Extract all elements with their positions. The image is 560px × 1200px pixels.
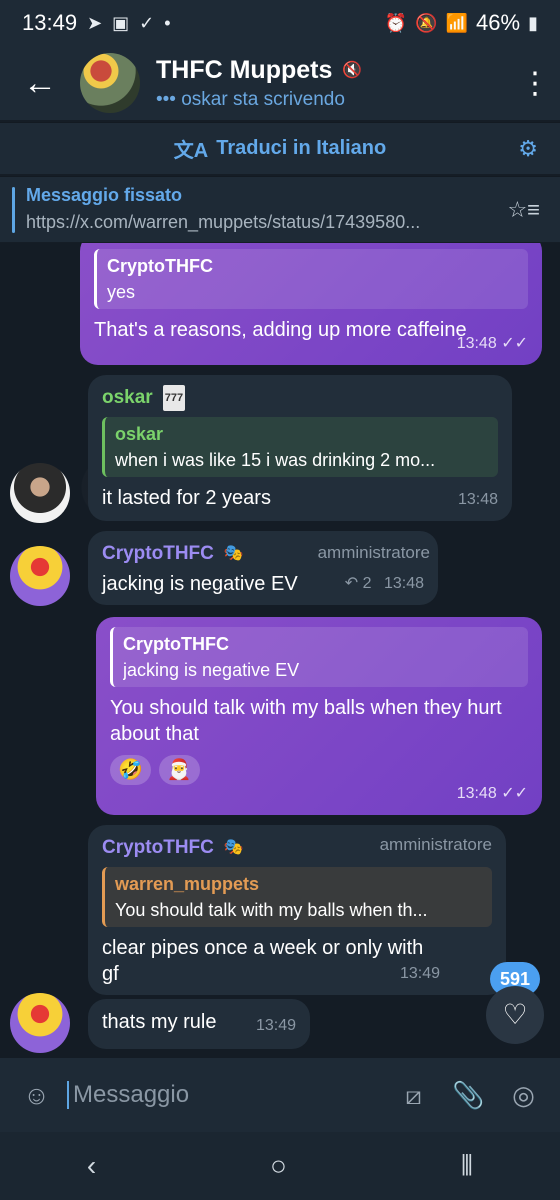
check-icon: ✓ xyxy=(139,12,155,33)
message-bubble[interactable]: oskar 777 oskar when i was like 15 i was… xyxy=(88,375,512,521)
alarm-icon: ⏰ xyxy=(384,12,408,33)
message-bubble[interactable]: thats my rule 13:49 xyxy=(88,999,310,1049)
muted-icon: 🔇 xyxy=(342,62,363,79)
message-meta: ↶ 2 13:48 xyxy=(345,571,424,597)
heart-reaction-button[interactable]: ♡ xyxy=(486,986,544,1044)
dot-icon: • xyxy=(164,12,171,33)
quote-text: when i was like 15 i was drinking 2 mo..… xyxy=(115,450,436,470)
pinned-url: https://x.com/warren_muppets/status/1743… xyxy=(26,212,421,232)
message-input[interactable] xyxy=(67,1081,383,1109)
system-nav-bar: ‹ ○ ⦀ xyxy=(0,1132,560,1200)
reaction-santa[interactable]: 🎅 xyxy=(158,755,200,785)
message-meta: 13:48 ✓✓ xyxy=(457,781,528,807)
message-time: 13:48 xyxy=(383,575,424,592)
quote-text: yes xyxy=(107,282,136,302)
nav-recents-icon[interactable]: ⦀ xyxy=(461,1150,473,1183)
group-avatar[interactable] xyxy=(80,53,140,113)
attach-icon[interactable]: 📎 xyxy=(450,1075,487,1115)
pinned-title: Messaggio fissato xyxy=(26,185,183,205)
more-options-icon[interactable]: ⋮ xyxy=(510,66,560,101)
admin-role-label: amministratore xyxy=(317,543,430,562)
translate-settings-icon[interactable]: ⚙ xyxy=(518,136,538,162)
telegram-icon: ➤ xyxy=(87,12,103,33)
sender-name[interactable]: CryptoTHFC xyxy=(102,541,214,567)
sender-name[interactable]: oskar xyxy=(102,385,153,411)
replies-count[interactable]: ↶ 2 xyxy=(345,575,372,592)
translate-bar[interactable]: 文A Traduci in Italiano ⚙ xyxy=(0,122,560,174)
pinned-list-icon[interactable]: ☆≡ xyxy=(507,197,540,223)
bot-commands-icon[interactable]: ⧄ xyxy=(395,1075,432,1115)
message-time: 13:49 xyxy=(399,965,440,982)
pinned-message[interactable]: Messaggio fissato https://x.com/warren_m… xyxy=(0,176,560,242)
camera-icon[interactable]: ◎ xyxy=(505,1075,542,1115)
message-time: 13:48 xyxy=(457,491,498,508)
status-bar: 13:49 ➤ ▣ ✓ • ⏰ 🔕 📶 46% ▮ xyxy=(0,0,560,46)
back-arrow-icon[interactable]: ← xyxy=(0,64,80,103)
battery-level: 46% xyxy=(476,10,521,35)
reply-quote[interactable]: warren_muppets You should talk with my b… xyxy=(102,867,492,927)
avatar[interactable] xyxy=(10,463,70,523)
quote-sender: CryptoTHFC xyxy=(123,634,229,654)
message-text: it lasted for 2 years xyxy=(102,487,271,509)
avatar[interactable] xyxy=(10,546,70,606)
admin-mask-icon: 🎭 xyxy=(223,839,244,856)
nav-back-icon[interactable]: ‹ xyxy=(87,1150,96,1182)
wifi-icon: 📶 xyxy=(445,12,469,33)
read-checks-icon: ✓✓ xyxy=(501,335,528,352)
message-time: 13:48 xyxy=(456,785,497,802)
emoji-sticker-icon[interactable]: ☺ xyxy=(18,1075,55,1115)
admin-role-label: amministratore xyxy=(379,835,492,854)
message-text: thats my rule xyxy=(102,1011,217,1033)
mute-status-icon: 🔕 xyxy=(415,12,438,33)
reply-quote[interactable]: CryptoTHFC yes xyxy=(94,249,528,309)
gallery-icon: ▣ xyxy=(112,12,130,33)
battery-icon: ▮ xyxy=(528,12,538,33)
nav-home-icon[interactable]: ○ xyxy=(270,1150,287,1182)
sender-name[interactable]: CryptoTHFC xyxy=(102,835,214,861)
reply-quote[interactable]: CryptoTHFC jacking is negative EV xyxy=(110,627,528,687)
typing-status: ••• oskar sta scrivendo xyxy=(156,88,345,110)
message-text: clear pipes once a week or only with gf xyxy=(102,937,424,985)
read-checks-icon: ✓✓ xyxy=(501,785,528,802)
chat-header: ← THFC Muppets 🔇 ••• oskar sta scrivendo… xyxy=(0,46,560,120)
message-time: 13:49 xyxy=(255,1017,296,1034)
clock: 13:49 xyxy=(22,10,78,35)
quote-sender: CryptoTHFC xyxy=(107,256,213,276)
sender-tag: 777 xyxy=(162,385,186,411)
message-list[interactable]: CryptoTHFC yes That's a reasons, adding … xyxy=(0,243,560,1058)
message-bubble[interactable]: CryptoTHFC yes That's a reasons, adding … xyxy=(80,243,542,365)
message-meta: 13:48 ✓✓ xyxy=(457,331,528,357)
admin-mask-icon: 🎭 xyxy=(223,545,244,562)
message-time: 13:48 xyxy=(456,335,497,352)
translate-icon: 文A xyxy=(173,140,209,162)
message-bubble[interactable]: CryptoTHFC jacking is negative EV You sh… xyxy=(96,617,542,815)
avatar[interactable] xyxy=(10,993,70,1053)
quote-sender: oskar xyxy=(115,424,164,444)
reaction-laughing[interactable]: 🤣 xyxy=(110,755,151,785)
reply-quote[interactable]: oskar when i was like 15 i was drinking … xyxy=(102,417,498,477)
quote-sender: warren_muppets xyxy=(115,874,260,894)
chat-title: THFC Muppets xyxy=(156,55,333,84)
translate-label: Traduci in Italiano xyxy=(216,137,387,159)
message-text: You should talk with my balls when they … xyxy=(110,697,502,745)
message-composer: ☺ ⧄ 📎 ◎ xyxy=(0,1058,560,1132)
pinned-indicator xyxy=(12,187,15,233)
quote-text: You should talk with my balls when th... xyxy=(115,900,428,920)
chat-title-area[interactable]: THFC Muppets 🔇 ••• oskar sta scrivendo xyxy=(156,56,510,111)
quote-text: jacking is negative EV xyxy=(123,660,300,680)
